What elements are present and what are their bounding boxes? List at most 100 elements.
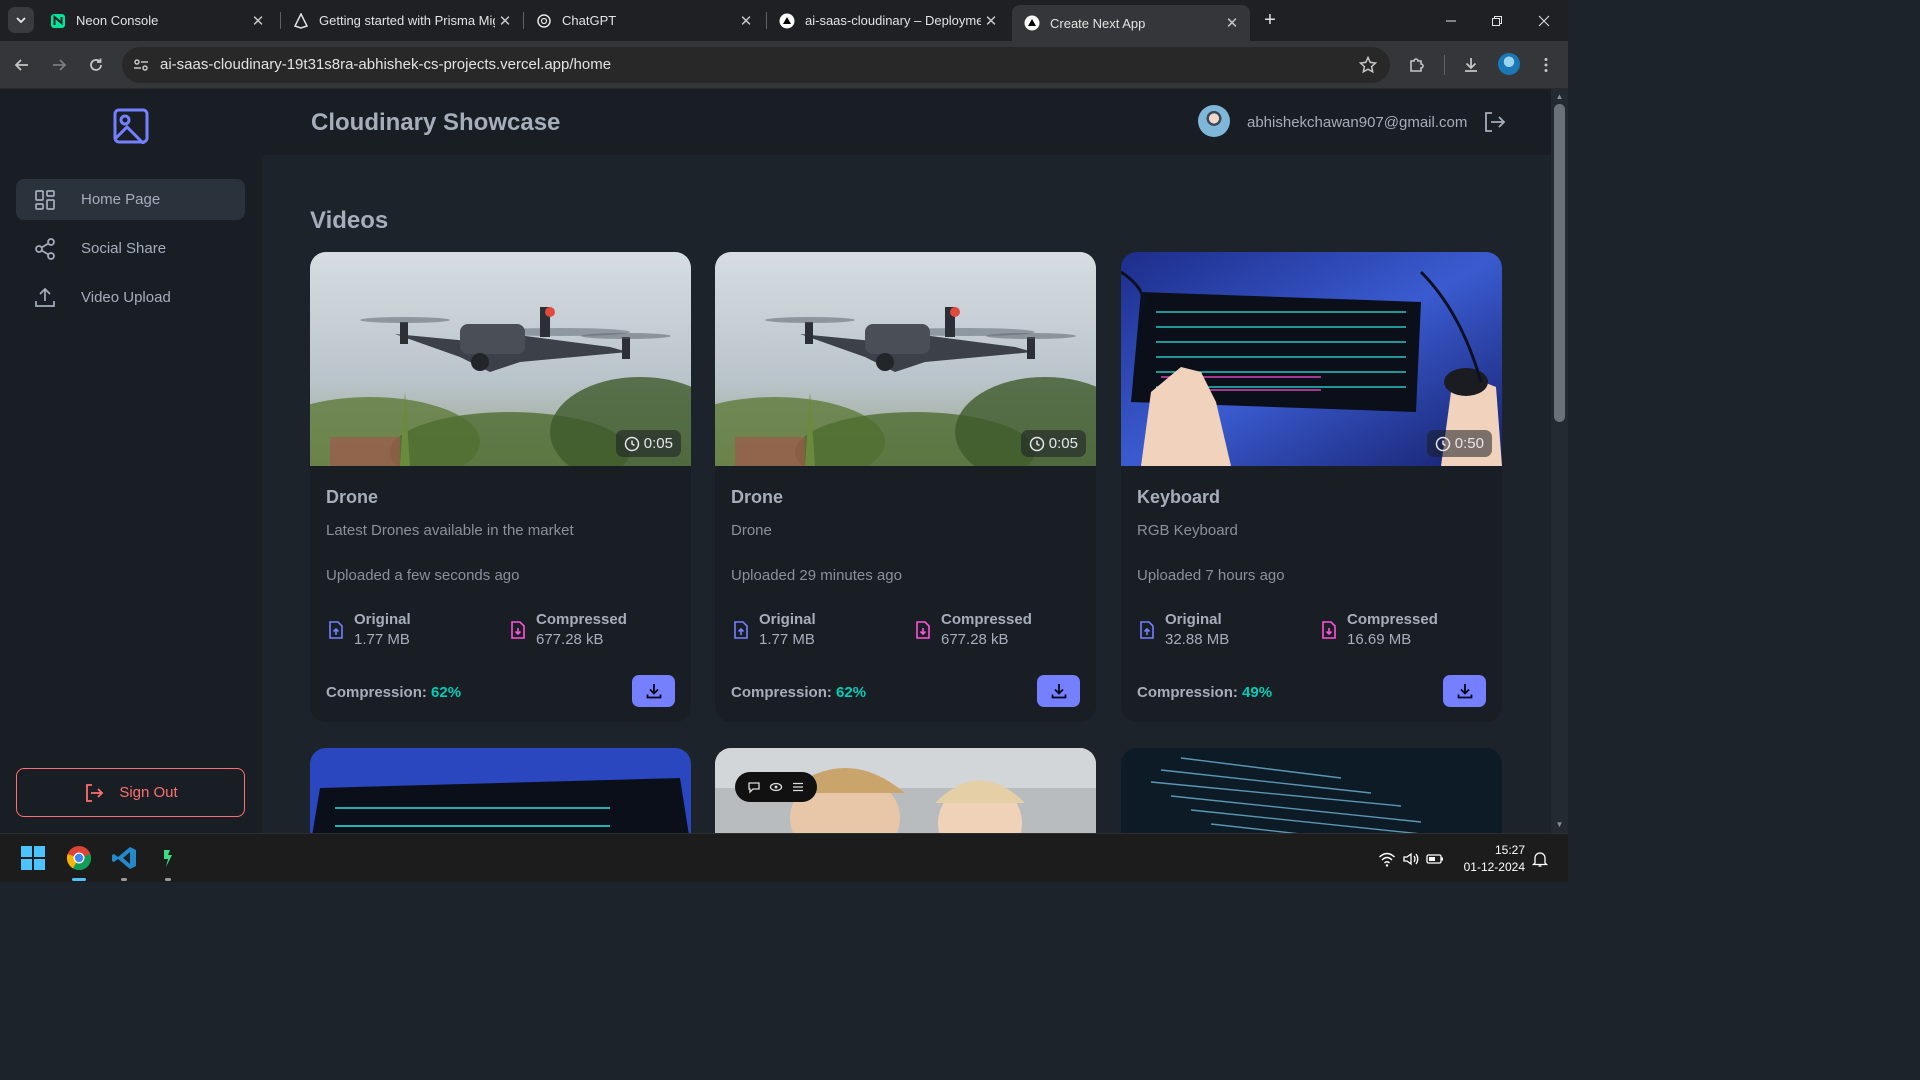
download-icon — [1465, 58, 1477, 72]
comment-icon[interactable] — [747, 780, 761, 794]
upload-time: Uploaded a few seconds ago — [326, 567, 520, 584]
browser-menu-button[interactable] — [1534, 53, 1558, 77]
video-title: Drone — [326, 487, 379, 507]
logout-icon[interactable] — [1481, 109, 1507, 135]
running-app-indicator — [121, 878, 127, 881]
video-title: Drone — [731, 487, 784, 507]
video-thumbnail[interactable]: 0:50 — [1121, 252, 1502, 466]
file-download-icon — [508, 620, 528, 640]
file-upload-icon — [1137, 620, 1157, 640]
clock-icon — [1029, 436, 1045, 452]
vscode-icon[interactable] — [110, 844, 138, 872]
wifi-icon[interactable] — [1378, 850, 1396, 868]
original-label: Original — [759, 611, 816, 628]
compression-ratio: Compression: 49% — [1137, 684, 1272, 701]
menu-icon[interactable] — [791, 780, 805, 794]
scroll-down-icon[interactable]: ▼ — [1555, 820, 1564, 829]
sidebar-item-social-share[interactable]: Social Share — [16, 228, 245, 269]
close-icon[interactable]: ✕ — [495, 11, 515, 31]
upload-time: Uploaded 7 hours ago — [1137, 567, 1285, 584]
video-card[interactable]: 0:50 Keyboard RGB Keyboard Uploaded 7 ho… — [1121, 252, 1502, 722]
arrow-left-icon — [14, 59, 28, 71]
terminal-app-icon[interactable] — [155, 844, 183, 872]
sidebar-item-home[interactable]: Home Page — [16, 179, 245, 220]
site-info-icon[interactable] — [132, 56, 150, 74]
original-size: 32.88 MB — [1165, 631, 1230, 648]
page-scrollbar[interactable]: ▲ ▼ — [1551, 89, 1568, 833]
tab-chatgpt[interactable]: ChatGPT ✕ — [524, 0, 764, 41]
minimize-button[interactable] — [1428, 0, 1474, 41]
video-card[interactable] — [310, 748, 691, 833]
video-thumbnail[interactable]: 0:05 — [310, 252, 691, 466]
windows-start-icon[interactable] — [19, 844, 47, 872]
close-icon[interactable]: ✕ — [1222, 13, 1242, 33]
bookmark-star-icon[interactable] — [1358, 55, 1378, 75]
compression-label: Compression: — [731, 684, 832, 701]
keyboard-thumbnail-image — [310, 748, 691, 833]
compressed-size-stat: Compressed 16.69 MB — [1319, 610, 1438, 650]
notification-bell-icon[interactable] — [1531, 850, 1549, 868]
video-thumbnail[interactable]: 0:05 — [715, 252, 1096, 466]
sign-out-button[interactable]: Sign Out — [16, 768, 245, 817]
sidebar-item-video-upload[interactable]: Video Upload — [16, 277, 245, 318]
arrow-right-icon — [53, 59, 67, 71]
restore-button[interactable] — [1474, 0, 1520, 41]
upload-icon — [33, 286, 57, 310]
back-button[interactable] — [10, 53, 34, 77]
tab-neon-console[interactable]: Neon Console ✕ — [38, 0, 276, 41]
app-root: Home Page Social Share Video Upload Sign… — [0, 89, 1551, 833]
minimize-icon — [1446, 20, 1456, 21]
tab-search-button[interactable] — [8, 7, 34, 33]
page-title[interactable]: Cloudinary Showcase — [311, 109, 560, 137]
tab-title: ai-saas-cloudinary – Deploymer — [805, 13, 981, 28]
video-card[interactable] — [715, 748, 1096, 833]
file-download-icon — [1319, 620, 1339, 640]
tab-create-next-app[interactable]: Create Next App ✕ — [1012, 5, 1250, 41]
scrollbar-thumb[interactable] — [1554, 104, 1565, 422]
address-bar[interactable]: ai-saas-cloudinary-19t31s8ra-abhishek-cs… — [122, 47, 1390, 83]
close-icon[interactable]: ✕ — [981, 11, 1001, 31]
download-button[interactable] — [632, 675, 675, 707]
image-logo-icon[interactable] — [113, 108, 149, 146]
eye-icon[interactable] — [769, 780, 783, 794]
original-size-stat: Original 1.77 MB — [326, 610, 411, 650]
battery-icon[interactable] — [1426, 850, 1444, 868]
video-card[interactable] — [1121, 748, 1502, 833]
close-window-button[interactable] — [1521, 0, 1567, 41]
sidebar: Home Page Social Share Video Upload Sign… — [0, 89, 262, 833]
compression-label: Compression: — [326, 684, 427, 701]
new-tab-button[interactable]: + — [1258, 8, 1282, 32]
original-size: 1.77 MB — [354, 631, 410, 648]
downloads-button[interactable] — [1459, 53, 1483, 77]
close-icon[interactable]: ✕ — [736, 11, 756, 31]
original-size-stat: Original 1.77 MB — [731, 610, 816, 650]
file-download-icon — [913, 620, 933, 640]
system-clock[interactable]: 15:27 01-12-2024 — [1455, 842, 1525, 876]
video-description: Drone — [731, 522, 772, 539]
vercel-favicon-icon — [779, 13, 795, 29]
download-button[interactable] — [1443, 675, 1486, 707]
file-upload-icon — [326, 620, 346, 640]
compressed-label: Compressed — [536, 611, 627, 628]
chrome-icon[interactable] — [65, 844, 93, 872]
toolbar-divider — [1444, 55, 1445, 75]
extensions-button[interactable] — [1405, 53, 1429, 77]
forward-button[interactable] — [47, 53, 71, 77]
more-vertical-icon — [1544, 58, 1548, 72]
video-overlay-controls[interactable] — [735, 772, 817, 802]
compressed-label: Compressed — [1347, 611, 1438, 628]
video-card[interactable]: 0:05 Drone Drone Uploaded 29 minutes ago… — [715, 252, 1096, 722]
scroll-up-icon[interactable]: ▲ — [1555, 92, 1564, 101]
download-icon — [1051, 684, 1066, 699]
close-icon[interactable]: ✕ — [248, 11, 268, 31]
download-icon — [646, 684, 661, 699]
volume-icon[interactable] — [1402, 850, 1420, 868]
video-card[interactable]: 0:05 Drone Latest Drones available in th… — [310, 252, 691, 722]
profile-avatar[interactable] — [1498, 53, 1520, 75]
reload-button[interactable] — [84, 53, 108, 77]
close-icon — [1538, 15, 1550, 26]
tab-vercel-deployment[interactable]: ai-saas-cloudinary – Deploymer ✕ — [767, 0, 1009, 41]
download-button[interactable] — [1037, 675, 1080, 707]
grid-icon — [33, 188, 57, 212]
tab-prisma[interactable]: Getting started with Prisma Mig ✕ — [281, 0, 523, 41]
